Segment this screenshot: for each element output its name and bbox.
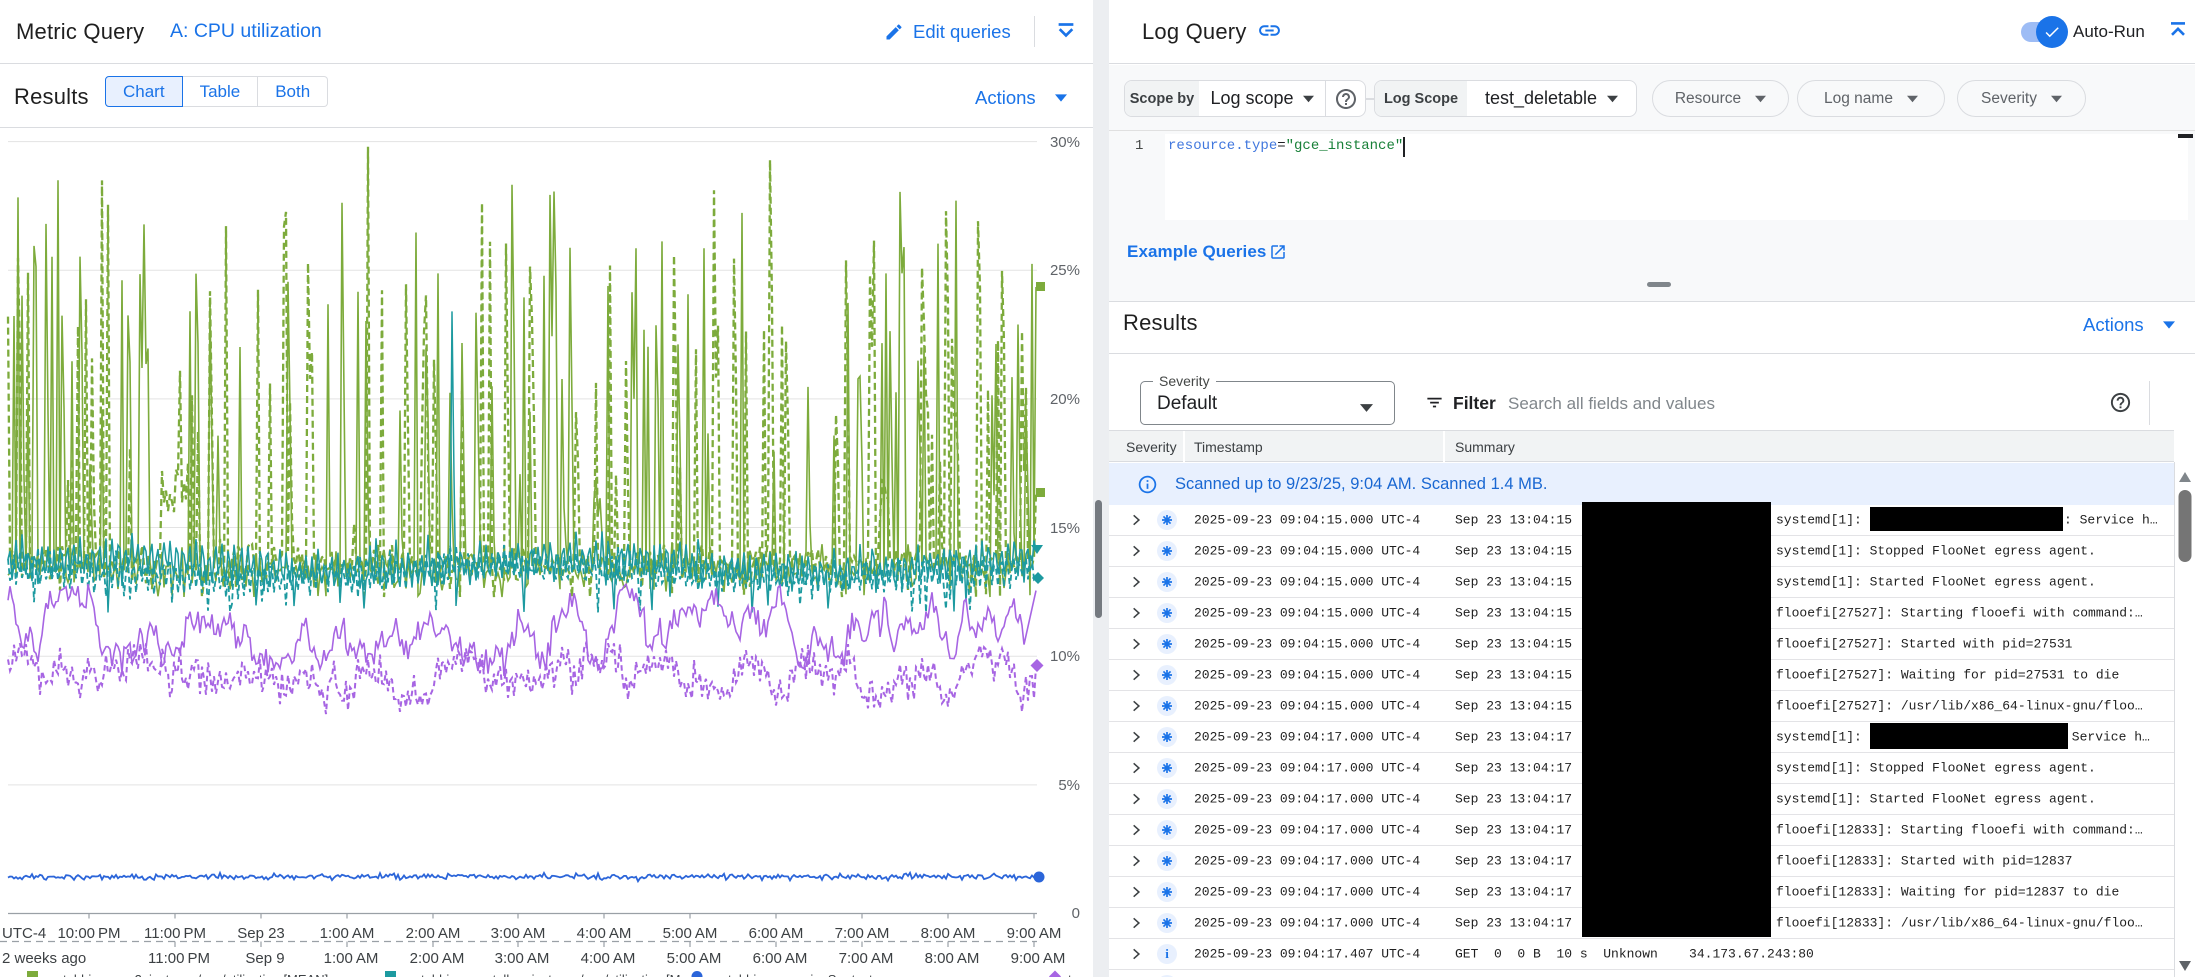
svg-text:7:00 AM: 7:00 AM: [835, 925, 890, 942]
svg-text:UTC-4: UTC-4: [2, 925, 46, 942]
svg-text:4:00 AM: 4:00 AM: [577, 925, 632, 942]
svg-text:20%: 20%: [1050, 391, 1080, 408]
svg-text:metal-big-npsv-min: Sre tasty: metal-big-npsv-min: Sre tasty: [710, 972, 880, 977]
svg-text:8:00 AM: 8:00 AM: [921, 925, 976, 942]
svg-text:8:00 AM: 8:00 AM: [925, 950, 980, 967]
svg-text:6:00 AM: 6:00 AM: [749, 925, 804, 942]
svg-text:2:00 AM: 2:00 AM: [410, 950, 465, 967]
svg-text:11:00 PM: 11:00 PM: [144, 925, 206, 942]
svg-text:2 weeks ago: 2 weeks ago: [2, 950, 86, 967]
svg-text:0: 0: [1072, 905, 1080, 922]
svg-text:6:00 AM: 6:00 AM: [753, 950, 808, 967]
svg-text:3:00 AM: 3:00 AM: [491, 925, 546, 942]
svg-text:metal-big-npsv-2: instance/cpu: metal-big-npsv-2: instance/cpu/utilizati…: [45, 972, 328, 977]
svg-text:1:00 AM: 1:00 AM: [324, 950, 379, 967]
svg-text:Sep 23: Sep 23: [237, 925, 285, 942]
svg-text:5:00 AM: 5:00 AM: [667, 950, 722, 967]
svg-text:5%: 5%: [1058, 777, 1080, 794]
svg-text:30%: 30%: [1050, 134, 1080, 151]
svg-text:5:00 AM: 5:00 AM: [663, 925, 718, 942]
svg-text:4:00 AM: 4:00 AM: [581, 950, 636, 967]
svg-text:10%: 10%: [1050, 648, 1080, 665]
svg-text:11:00 PM: 11:00 PM: [148, 950, 210, 967]
svg-text:metal-big-npsv-talker: instanc: metal-big-npsv-talker: instance/cpu/util…: [403, 972, 680, 977]
svg-text:15%: 15%: [1050, 520, 1080, 537]
svg-text:9:00 AM: 9:00 AM: [1007, 925, 1062, 942]
svg-text:Sep 9: Sep 9: [245, 950, 284, 967]
svg-text:2:00 AM: 2:00 AM: [406, 925, 461, 942]
svg-text:1:00 AM: 1:00 AM: [320, 925, 375, 942]
svg-text:10:00 PM: 10:00 PM: [57, 925, 120, 942]
svg-text:7:00 AM: 7:00 AM: [839, 950, 894, 967]
svg-text:9:00 AM: 9:00 AM: [1011, 950, 1066, 967]
svg-text:two more: two more: [1068, 972, 1093, 977]
svg-text:25%: 25%: [1050, 262, 1080, 279]
svg-text:3:00 AM: 3:00 AM: [495, 950, 550, 967]
